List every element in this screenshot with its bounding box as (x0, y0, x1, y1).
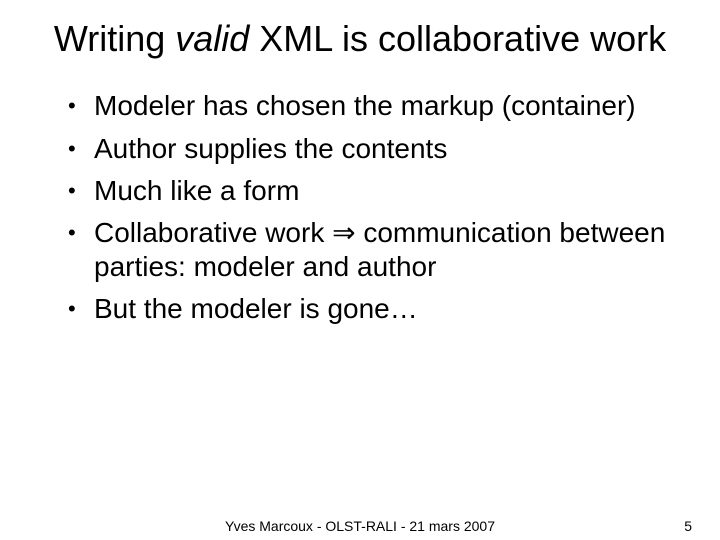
slide-title: Writing valid XML is collaborative work (36, 18, 684, 59)
title-emph: valid (175, 18, 249, 59)
slide: Writing valid XML is collaborative work … (0, 0, 720, 540)
footer-author: Yves Marcoux - OLST-RALI - 21 mars 2007 (0, 518, 720, 534)
bullet-text: Author supplies the contents (94, 133, 447, 164)
bullet-text: Collaborative work ⇒ communication betwe… (94, 217, 665, 282)
list-item: Collaborative work ⇒ communication betwe… (68, 216, 684, 284)
title-post: XML is collaborative work (249, 18, 666, 59)
list-item: Author supplies the contents (68, 132, 684, 166)
bullet-text: Much like a form (94, 175, 299, 206)
bullet-text: But the modeler is gone… (94, 293, 418, 324)
bullet-list: Modeler has chosen the markup (container… (36, 89, 684, 326)
list-item: Modeler has chosen the markup (container… (68, 89, 684, 123)
list-item: Much like a form (68, 174, 684, 208)
page-number: 5 (684, 518, 692, 534)
bullet-text: Modeler has chosen the markup (container… (94, 90, 636, 121)
title-pre: Writing (54, 18, 175, 59)
list-item: But the modeler is gone… (68, 292, 684, 326)
